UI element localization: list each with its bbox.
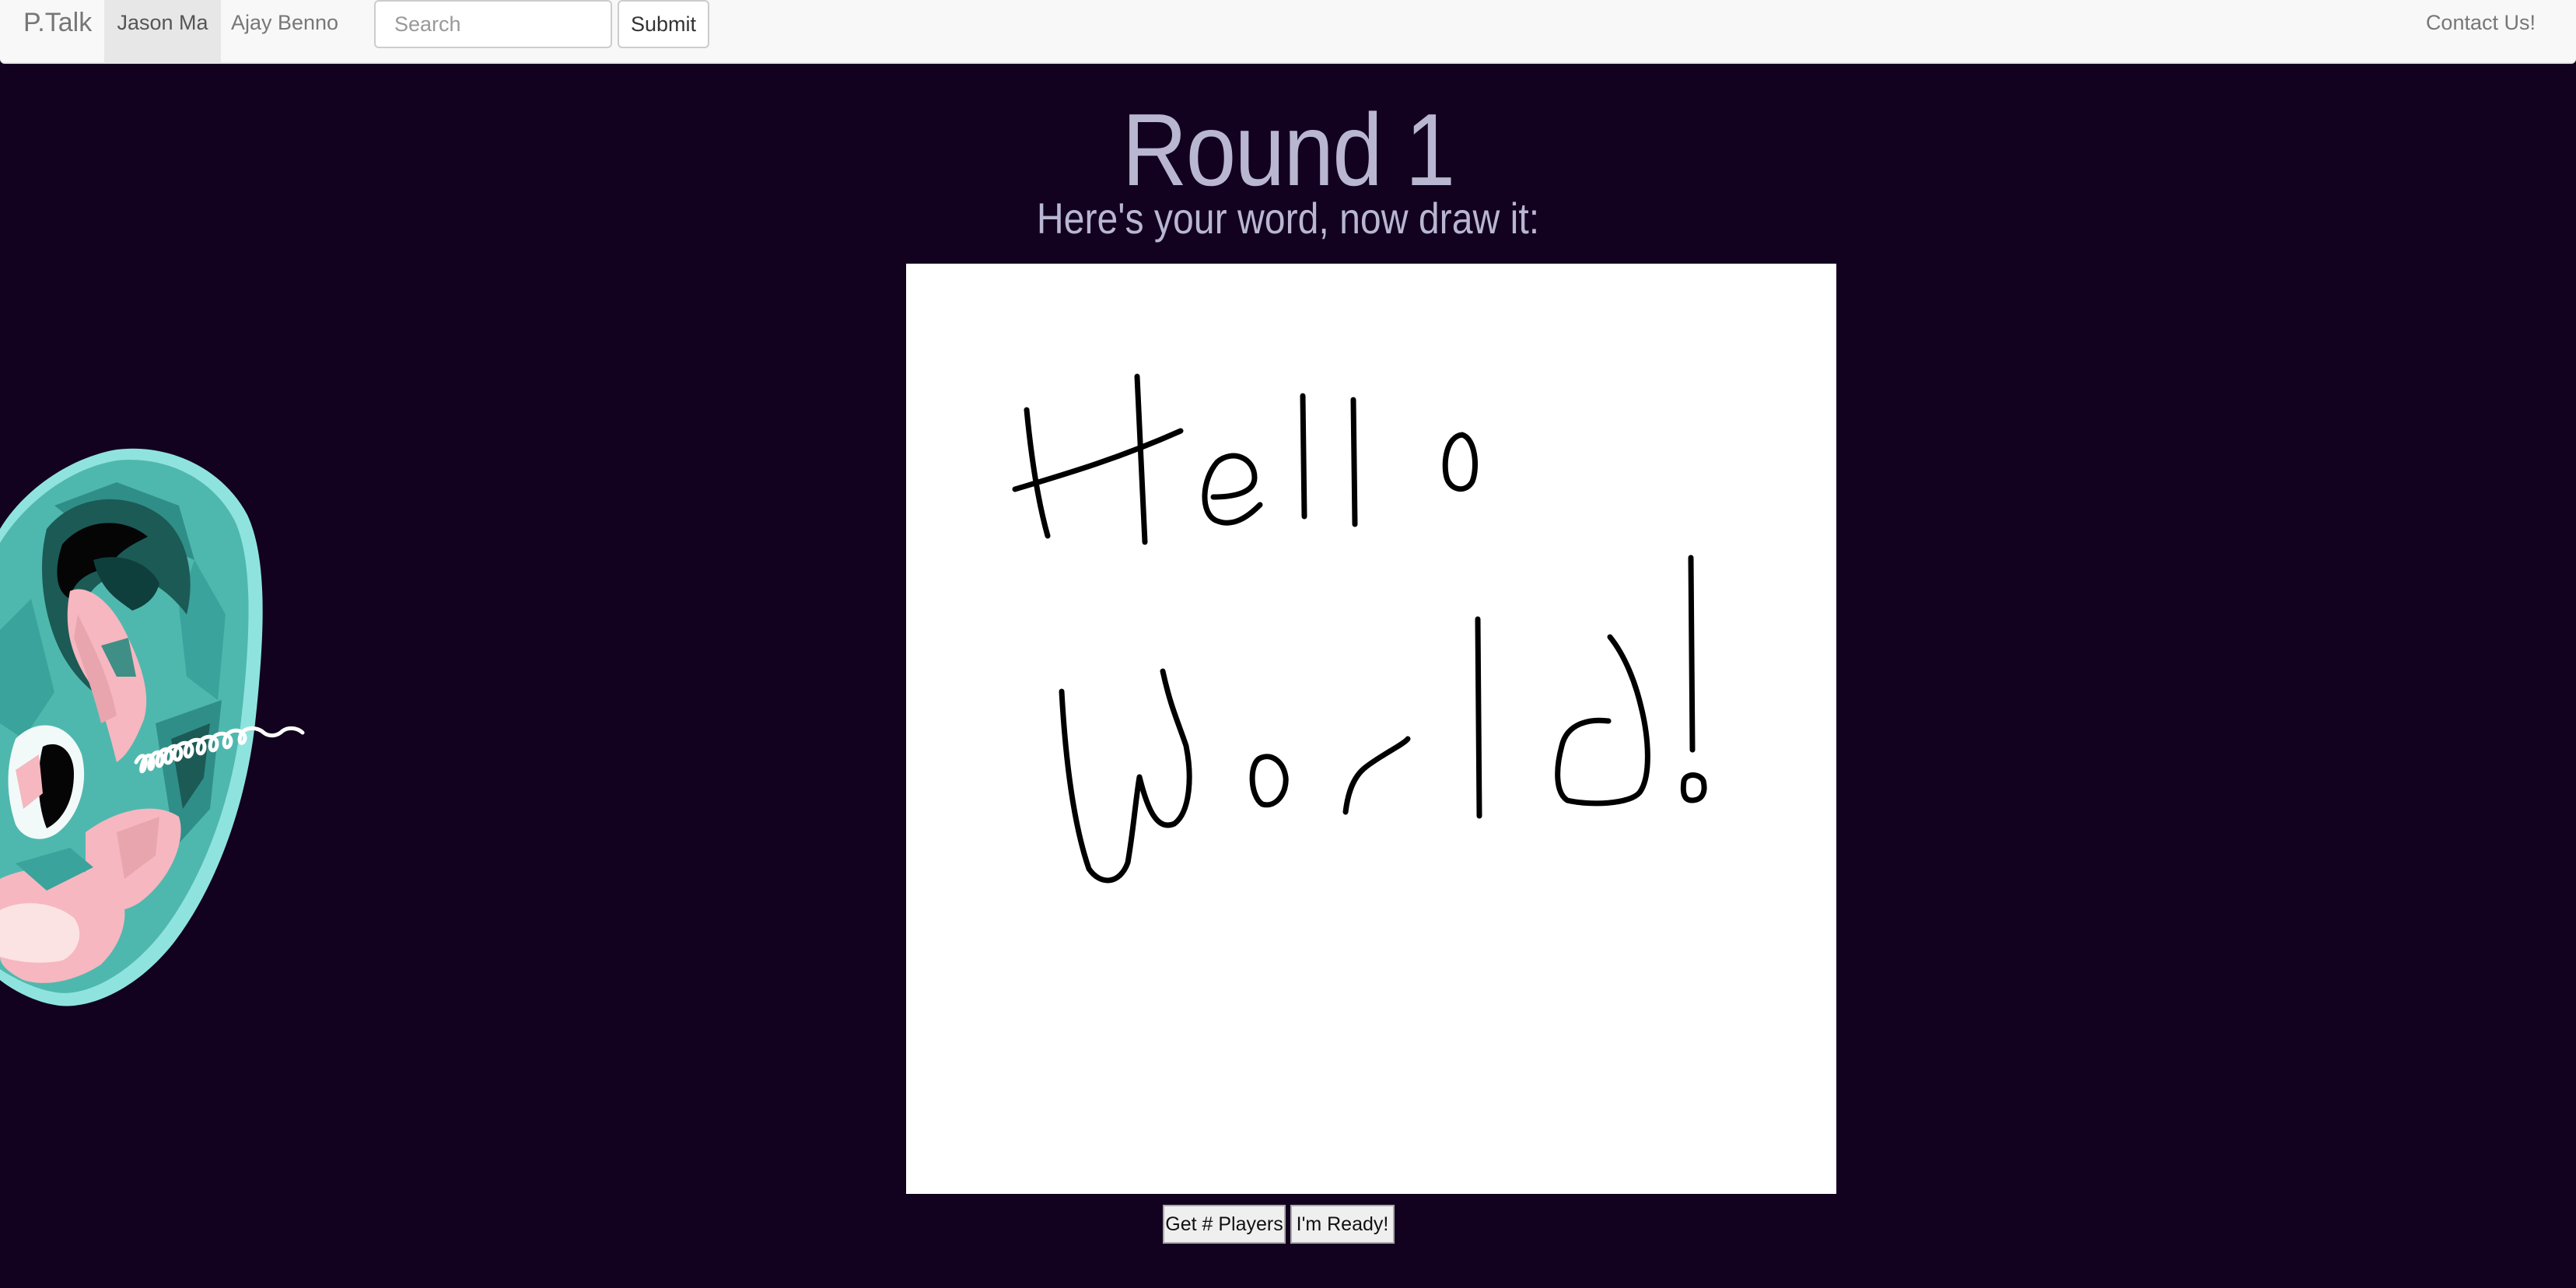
hand-drawn-strokes-icon <box>1012 373 1707 884</box>
get-players-button[interactable]: Get # Players <box>1163 1205 1286 1244</box>
search-input[interactable] <box>374 0 612 48</box>
draw-prompt: Here's your word, now draw it: <box>1036 194 1540 243</box>
brand-logo[interactable]: P.Talk <box>23 0 92 47</box>
nav-item-jason-ma[interactable]: Jason Ma <box>104 0 221 64</box>
contact-us-link[interactable]: Contact Us! <box>2426 0 2536 47</box>
drawing-canvas[interactable] <box>906 264 1836 1194</box>
submit-button[interactable]: Submit <box>618 0 709 48</box>
top-navbar: P.Talk Jason Ma Ajay Benno Submit Contac… <box>0 0 2576 64</box>
ear-icon <box>0 448 305 1006</box>
ready-button[interactable]: I'm Ready! <box>1290 1205 1395 1244</box>
nav-item-ajay-benno[interactable]: Ajay Benno <box>221 0 348 64</box>
